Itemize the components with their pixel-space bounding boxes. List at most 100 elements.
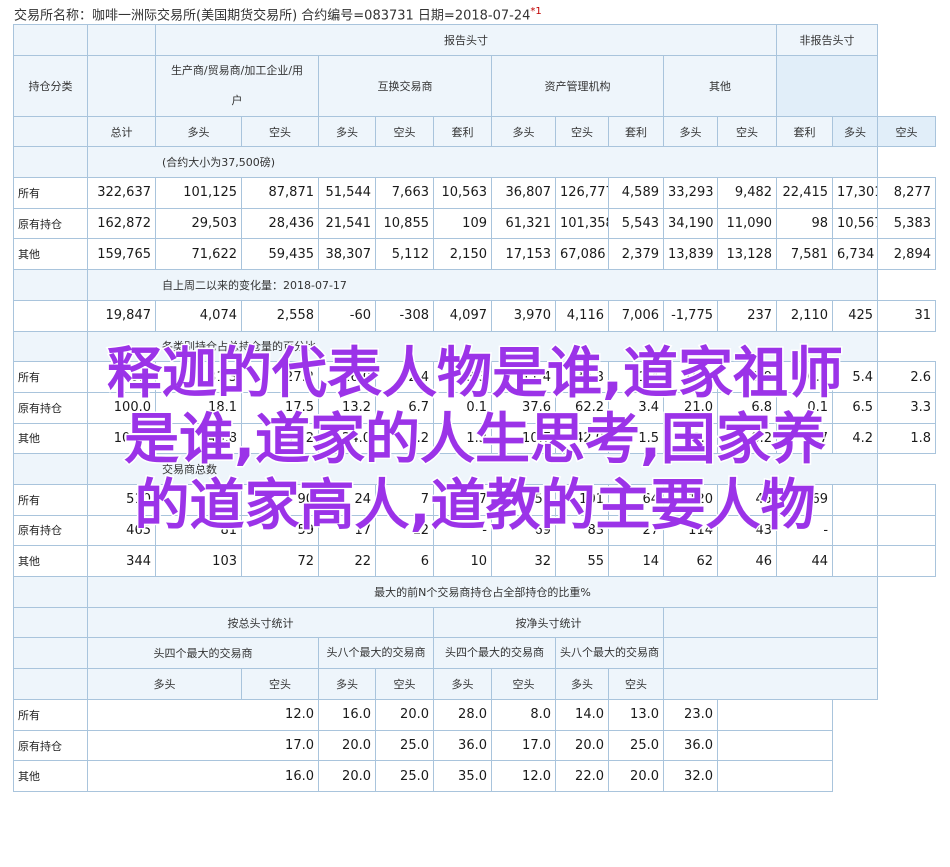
sec2-cell: 4,097 xyxy=(433,299,492,332)
sec1-cell: 59,435 xyxy=(241,238,319,271)
asset-spread: 套利 xyxy=(608,115,664,148)
sec1-cell: 7,663 xyxy=(375,177,434,209)
sec1-cell: 2,894 xyxy=(877,238,936,271)
sec4-cell: 27 xyxy=(608,514,664,547)
producer-short: 空头 xyxy=(241,115,319,148)
report-header-text: 交易所名称：咖啡一洲际交易所(美国期货交易所) 合约编号=083731 日期=2… xyxy=(14,8,531,24)
sec3-cell: 31.3 xyxy=(155,361,242,393)
sec3-cell: 3.2 xyxy=(375,422,434,455)
sec4-cell: 72 xyxy=(241,545,319,577)
sec4-cell: 114 xyxy=(663,514,718,547)
sec1-cell: 2,379 xyxy=(608,238,664,271)
sec2-cell: 7,006 xyxy=(608,299,664,332)
sec1-cell: 9,482 xyxy=(716,177,778,209)
sec4-cell: 465 xyxy=(87,514,156,547)
sec2-row: 19,847 4,074 2,558 -60 -308 4,097 3,970 4,116 7,… xyxy=(13,299,936,332)
sec1-cell: 5,112 xyxy=(375,238,434,271)
sec3-cell: 2.6 xyxy=(877,361,936,393)
sec4-cell: 46 xyxy=(716,545,778,577)
sec3-cell: 37.6 xyxy=(491,391,556,424)
asset-manager-header: 资产管理机构 xyxy=(491,54,664,117)
concentration-title: 最大的前N个交易商持仓占全部持仓的比重% xyxy=(86,576,879,608)
sec4-cell: 64 xyxy=(608,483,664,516)
sec1-cell: 34,190 xyxy=(663,207,718,240)
sec4-cell: 118 xyxy=(155,483,242,516)
sec4-row: 所有 510 118 90 24 7 17 57 101 64 120 45 69 xyxy=(13,483,936,516)
sec4-cell: 62 xyxy=(663,545,718,577)
sec2-cell: -1,775 xyxy=(663,299,718,332)
concentration-rows: 所有 12.0 16.0 20.0 28.0 8.0 14.0 13.0 23.0 原有持仓 17.… xyxy=(13,699,936,793)
concentration-cell: 17.0 xyxy=(87,729,319,762)
sec2-title: 自上周二以来的变化量：2018-07-17 xyxy=(86,269,879,301)
sec3-row-label: 所有 xyxy=(13,361,88,393)
sec3-cell: 1.8 xyxy=(877,422,936,455)
sec1-cell: 67,086 xyxy=(555,238,609,271)
sec3-cell: 13.2 xyxy=(318,391,376,424)
sec1-cell: 5,543 xyxy=(608,207,664,240)
sec2-cell: 425 xyxy=(832,299,879,332)
sec4-cell: 69 xyxy=(491,514,556,547)
sec3-cell: 17.5 xyxy=(241,391,319,424)
sec1-cell: 4,589 xyxy=(608,177,664,209)
gross-top8-long: 多头 xyxy=(318,668,376,701)
sec4-corner xyxy=(13,453,88,485)
concentration-cell: 36.0 xyxy=(663,729,718,762)
concentration-cell: 20.0 xyxy=(555,729,609,762)
nonreportable-blank xyxy=(776,54,879,117)
sec1-cell: 22,415 xyxy=(776,177,834,209)
sec4-cell: 12 xyxy=(375,514,434,547)
sec3-cell: 100.0 xyxy=(87,361,156,393)
concentration-cell: 12.0 xyxy=(87,699,319,731)
sec3-cell: 6.7 xyxy=(375,391,434,424)
sec3-cell: 0.1 xyxy=(433,391,492,424)
concentration-cell: 20.0 xyxy=(375,699,434,731)
other-spread: 套利 xyxy=(776,115,834,148)
sec4-cell: 55 xyxy=(555,545,609,577)
sec4-cell xyxy=(877,483,936,516)
conc-blank-right xyxy=(662,606,879,639)
sec1-cell: 322,637 xyxy=(87,177,156,209)
other-group-header: 其他 xyxy=(662,54,778,117)
concentration-cell: 25.0 xyxy=(608,729,664,762)
sec3-cell: 8.7 xyxy=(663,422,718,455)
net-top8-long: 多头 xyxy=(555,668,609,701)
concentration-blank xyxy=(716,729,834,762)
sec4-cell: 17 xyxy=(318,514,376,547)
gross-top4-short: 空头 xyxy=(241,668,319,701)
sec3-cell: 3.3 xyxy=(877,391,936,424)
sec1-cell: 61,321 xyxy=(491,207,556,240)
sec1-cell: 10,855 xyxy=(375,207,434,240)
net-top4-header: 头四个最大的交易商 xyxy=(433,637,556,670)
sec3-title: 各类别持仓占总持仓量的百分比 xyxy=(86,330,879,363)
sec3-cell: 24.0 xyxy=(318,422,376,455)
sec4-cell: 344 xyxy=(87,545,156,577)
sec3-cell: 11.4 xyxy=(491,361,556,393)
sec4-cell: 17 xyxy=(433,483,492,516)
sec4-cell: 32 xyxy=(491,545,556,577)
sec4-cell: 90 xyxy=(241,483,319,516)
sec4-cell xyxy=(877,545,936,577)
concentration-row-label: 所有 xyxy=(13,699,88,731)
sec1-cell: 7,581 xyxy=(776,238,834,271)
sec4-row: 其他 344 103 72 22 6 10 32 55 14 62 46 44 xyxy=(13,545,936,577)
sec4-cell: 103 xyxy=(155,545,242,577)
sec2-corner xyxy=(13,269,88,301)
sec4-cell: 83 xyxy=(555,514,609,547)
sec3-row-label: 原有持仓 xyxy=(13,391,88,424)
sec4-cell: - xyxy=(433,514,492,547)
concentration-cell: 28.0 xyxy=(433,699,492,731)
concentration-row-label: 其他 xyxy=(13,760,88,793)
sec1-row: 原有持仓 162,872 29,503 28,436 21,541 10,855 109 61… xyxy=(13,207,936,240)
sec3-cell: 44.8 xyxy=(155,422,242,455)
concentration-row: 所有 12.0 16.0 20.0 28.0 8.0 14.0 13.0 23.0 xyxy=(13,699,936,731)
sec2-rows: 19,847 4,074 2,558 -60 -308 4,097 3,970 4,116 7,… xyxy=(13,299,936,332)
sec1-cell: 162,872 xyxy=(87,207,156,240)
sec1-cell: 101,125 xyxy=(155,177,242,209)
sec1-cell: 2,150 xyxy=(433,238,492,271)
sec1-cell: 6,734 xyxy=(832,238,879,271)
net-top8-header: 头八个最大的交易商 xyxy=(555,637,664,670)
sec1-cell: 17,153 xyxy=(491,238,556,271)
sec4-cell: 7 xyxy=(375,483,434,516)
net-top8-short: 空头 xyxy=(608,668,664,701)
sec3-cell: 2.4 xyxy=(375,361,434,393)
